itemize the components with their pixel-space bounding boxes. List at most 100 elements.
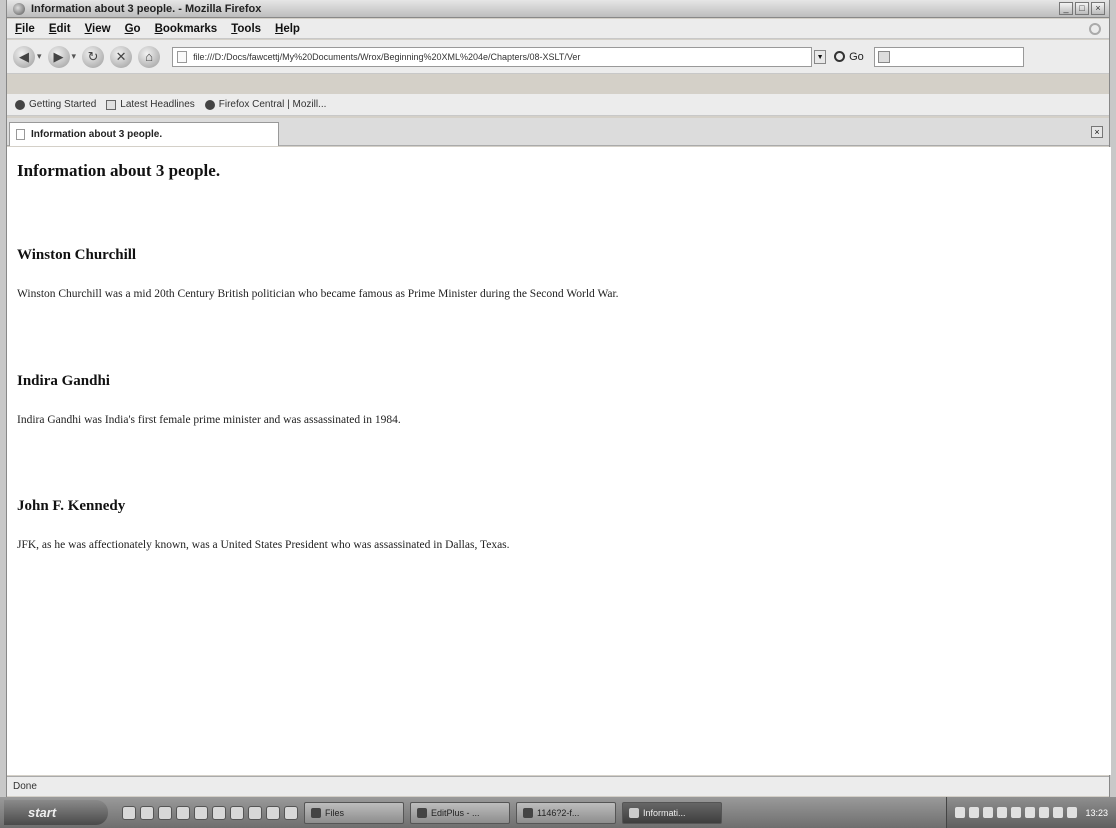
quicklaunch-icon[interactable] (176, 805, 190, 820)
window-title: Information about 3 people. - Mozilla Fi… (31, 2, 262, 15)
person-section: Indira Gandhi Indira Gandhi was India's … (17, 373, 1017, 426)
tray-icon[interactable] (1011, 807, 1022, 818)
tray-icon[interactable] (997, 807, 1008, 818)
taskbar: start Files EditPlus - ... 1146?2-f... I… (0, 797, 1116, 828)
close-tab-button[interactable]: × (1091, 126, 1103, 138)
throbber-icon (1089, 22, 1101, 35)
navigation-toolbar: ◀ ▾ ▶ ▾ ↻ ✕ ⌂ ▼ Go (7, 40, 1109, 74)
task-label: EditPlus - ... (431, 807, 480, 818)
url-dropdown-icon[interactable]: ▼ (814, 49, 827, 64)
menu-help[interactable]: Help (275, 23, 300, 35)
taskbar-item-firefox[interactable]: Informati... (622, 801, 722, 824)
menu-go[interactable]: Go (125, 23, 141, 35)
search-bar[interactable] (873, 46, 1024, 67)
person-name: Indira Gandhi (17, 373, 110, 389)
task-label: Files (325, 807, 345, 818)
search-engine-icon[interactable] (877, 50, 890, 63)
menu-edit[interactable]: Edit (49, 23, 71, 35)
tray-icon[interactable] (1039, 807, 1050, 818)
page-heading: Information about 3 people. (17, 161, 221, 180)
url-bar[interactable] (172, 46, 813, 67)
quicklaunch-icon[interactable] (140, 805, 154, 820)
back-button[interactable]: ◀ (13, 45, 35, 68)
menu-file[interactable]: File (15, 23, 35, 35)
taskbar-item-editplus[interactable]: EditPlus - ... (410, 801, 510, 824)
quicklaunch-icon[interactable] (194, 805, 208, 820)
taskbar-item-document[interactable]: 1146?2-f... (516, 801, 616, 824)
task-label: Informati... (643, 807, 686, 818)
title-bar: Information about 3 people. - Mozilla Fi… (7, 0, 1109, 18)
go-label: Go (849, 50, 864, 63)
menu-bookmarks[interactable]: Bookmarks (155, 23, 218, 35)
system-tray: 13:23 (946, 797, 1116, 828)
minimize-button[interactable]: _ (1059, 2, 1073, 15)
tab-information[interactable]: Information about 3 people. (9, 122, 279, 146)
tray-icon[interactable] (983, 807, 994, 818)
bookmark-icon (15, 99, 25, 110)
reload-button[interactable]: ↻ (82, 45, 105, 68)
quicklaunch-icon[interactable] (230, 805, 244, 820)
quicklaunch-icon[interactable] (122, 805, 136, 820)
quicklaunch-icon[interactable] (212, 805, 226, 820)
go-button[interactable]: Go (834, 51, 864, 63)
tray-icon[interactable] (1053, 807, 1064, 818)
status-bar: Done (7, 776, 1109, 796)
quicklaunch-icon[interactable] (284, 805, 298, 820)
quick-launch (122, 805, 298, 820)
person-section: Winston Churchill Winston Churchill was … (17, 247, 1017, 300)
firefox-icon (629, 807, 639, 818)
word-icon (523, 807, 533, 818)
stop-icon: ✕ (115, 48, 127, 64)
bookmark-label: Getting Started (29, 99, 97, 110)
forward-dropdown-icon[interactable]: ▾ (72, 51, 77, 62)
person-section: John F. Kennedy JFK, as he was affection… (17, 498, 1017, 551)
person-name: John F. Kennedy (17, 498, 126, 514)
editplus-icon (417, 807, 427, 818)
quicklaunch-icon[interactable] (266, 805, 280, 820)
taskbar-item-files[interactable]: Files (304, 801, 404, 824)
home-icon: ⌂ (145, 49, 153, 64)
person-description: Winston Churchill was a mid 20th Century… (17, 288, 619, 300)
quicklaunch-icon[interactable] (158, 805, 172, 820)
maximize-button[interactable]: □ (1075, 2, 1089, 15)
browser-window: Information about 3 people. - Mozilla Fi… (6, 0, 1111, 828)
menu-bar: File Edit View Go Bookmarks Tools Help (7, 19, 1109, 39)
tray-icon[interactable] (1025, 807, 1036, 818)
tray-icon[interactable] (1067, 807, 1078, 818)
url-input[interactable] (193, 51, 799, 62)
page-icon (16, 129, 25, 140)
tab-strip: Information about 3 people. × (7, 118, 1109, 146)
person-description: JFK, as he was affectionately known, was… (17, 539, 510, 551)
menu-view[interactable]: View (85, 23, 111, 35)
bookmarks-toolbar: Getting Started Latest Headlines Firefox… (7, 94, 1109, 116)
home-button[interactable]: ⌂ (138, 45, 161, 68)
quicklaunch-icon[interactable] (248, 805, 262, 820)
menu-tools[interactable]: Tools (231, 23, 261, 35)
tray-icon[interactable] (955, 807, 966, 818)
bookmark-latest-headlines[interactable]: Latest Headlines (106, 99, 195, 110)
forward-button[interactable]: ▶ (47, 45, 70, 68)
tray-icon[interactable] (969, 807, 980, 818)
window-controls: _ □ × (1059, 2, 1105, 15)
bookmark-getting-started[interactable]: Getting Started (15, 99, 96, 110)
clock[interactable]: 13:23 (1085, 808, 1108, 818)
close-button[interactable]: × (1091, 2, 1105, 15)
forward-arrow-icon: ▶ (53, 48, 64, 64)
reload-icon: ↻ (87, 48, 99, 64)
person-description: Indira Gandhi was India's first female p… (17, 414, 401, 426)
task-label: 1146?2-f... (537, 807, 580, 818)
bookmark-label: Firefox Central | Mozill... (218, 99, 327, 110)
back-arrow-icon: ◀ (19, 48, 29, 64)
rss-feed-icon (106, 99, 117, 110)
bookmark-firefox-central[interactable]: Firefox Central | Mozill... (204, 99, 327, 110)
firefox-icon (13, 2, 25, 15)
person-name: Winston Churchill (17, 247, 137, 263)
start-button[interactable]: start (4, 800, 108, 825)
bookmark-icon (204, 99, 215, 110)
status-text: Done (13, 781, 37, 792)
go-icon (834, 51, 846, 62)
back-dropdown-icon[interactable]: ▾ (37, 51, 42, 62)
stop-button[interactable]: ✕ (110, 45, 133, 68)
tab-label: Information about 3 people. (31, 129, 163, 140)
page-content: Information about 3 people. Winston Chur… (7, 147, 1111, 775)
